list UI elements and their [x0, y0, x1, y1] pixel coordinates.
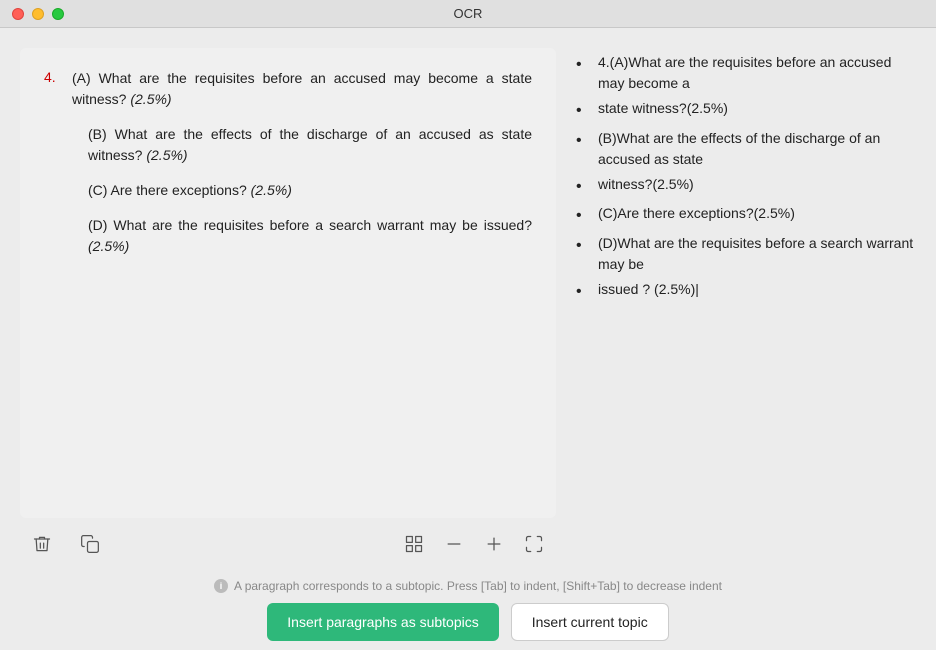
- bullet-icon: •: [576, 52, 590, 94]
- question-item: 4. (A) What are the requisites before an…: [44, 68, 532, 257]
- points-d: (2.5%): [88, 238, 129, 254]
- list-item: • (C)Are there exceptions?(2.5%): [576, 203, 916, 229]
- bullet-icon: •: [576, 279, 590, 305]
- plus-button[interactable]: [476, 526, 512, 562]
- points-c: (2.5%): [251, 182, 292, 198]
- frame-icon: [404, 534, 424, 554]
- ocr-text-2: state witness?(2.5%): [598, 98, 916, 124]
- left-toolbar: [20, 518, 556, 570]
- trash-icon: [32, 534, 52, 554]
- main-content: 4. (A) What are the requisites before an…: [0, 28, 936, 570]
- plus-icon: [484, 534, 504, 554]
- question-part-c: (C) Are there exceptions? (2.5%): [72, 180, 532, 201]
- info-icon: i: [214, 579, 228, 593]
- copy-button[interactable]: [72, 526, 108, 562]
- window-title: OCR: [454, 6, 483, 21]
- bullet-icon: •: [576, 128, 590, 170]
- ocr-list: • 4.(A)What are the requisites before an…: [576, 52, 916, 570]
- list-item: • (B)What are the effects of the dischar…: [576, 128, 916, 170]
- bullet-icon: •: [576, 233, 590, 275]
- list-item: • (D)What are the requisites before a se…: [576, 233, 916, 275]
- hint-row: i A paragraph corresponds to a subtopic.…: [214, 579, 722, 593]
- fullscreen-icon: [524, 534, 544, 554]
- list-item: • issued ? (2.5%): [576, 279, 916, 305]
- question-content: (A) What are the requisites before an ac…: [72, 68, 532, 257]
- ocr-text-1: 4.(A)What are the requisites before an a…: [598, 52, 916, 94]
- minus-button[interactable]: [436, 526, 472, 562]
- question-number: 4.: [44, 68, 64, 257]
- question-part-a: (A) What are the requisites before an ac…: [72, 68, 532, 110]
- list-item: • state witness?(2.5%): [576, 98, 916, 124]
- action-row: Insert paragraphs as subtopics Insert cu…: [267, 603, 668, 641]
- window-controls: [12, 8, 64, 20]
- bullet-icon: •: [576, 203, 590, 229]
- right-panel: • 4.(A)What are the requisites before an…: [576, 48, 916, 570]
- bottom-bar: i A paragraph corresponds to a subtopic.…: [0, 570, 936, 650]
- document-area: 4. (A) What are the requisites before an…: [20, 48, 556, 518]
- bullet-icon: •: [576, 98, 590, 124]
- ocr-text-7: issued ? (2.5%): [598, 279, 916, 305]
- question-part-b: (B) What are the effects of the discharg…: [72, 124, 532, 166]
- fullscreen-button[interactable]: [516, 526, 552, 562]
- close-button[interactable]: [12, 8, 24, 20]
- ocr-text-6: (D)What are the requisites before a sear…: [598, 233, 916, 275]
- ocr-text-4: witness?(2.5%): [598, 174, 916, 200]
- copy-icon: [80, 534, 100, 554]
- minimize-button[interactable]: [32, 8, 44, 20]
- maximize-button[interactable]: [52, 8, 64, 20]
- points-b: (2.5%): [146, 147, 187, 163]
- question-part-d: (D) What are the requisites before a sea…: [72, 215, 532, 257]
- insert-paragraphs-button[interactable]: Insert paragraphs as subtopics: [267, 603, 498, 641]
- ocr-text-5: (C)Are there exceptions?(2.5%): [598, 203, 916, 229]
- bullet-icon: •: [576, 174, 590, 200]
- points-a: (2.5%): [130, 91, 171, 107]
- frame-button[interactable]: [396, 526, 432, 562]
- left-panel: 4. (A) What are the requisites before an…: [20, 48, 556, 570]
- delete-button[interactable]: [24, 526, 60, 562]
- toolbar-group-right: [396, 526, 552, 562]
- hint-text: A paragraph corresponds to a subtopic. P…: [234, 579, 722, 593]
- ocr-text-3: (B)What are the effects of the discharge…: [598, 128, 916, 170]
- titlebar: OCR: [0, 0, 936, 28]
- minus-icon: [444, 534, 464, 554]
- list-item: • 4.(A)What are the requisites before an…: [576, 52, 916, 94]
- list-item: • witness?(2.5%): [576, 174, 916, 200]
- insert-topic-button[interactable]: Insert current topic: [511, 603, 669, 641]
